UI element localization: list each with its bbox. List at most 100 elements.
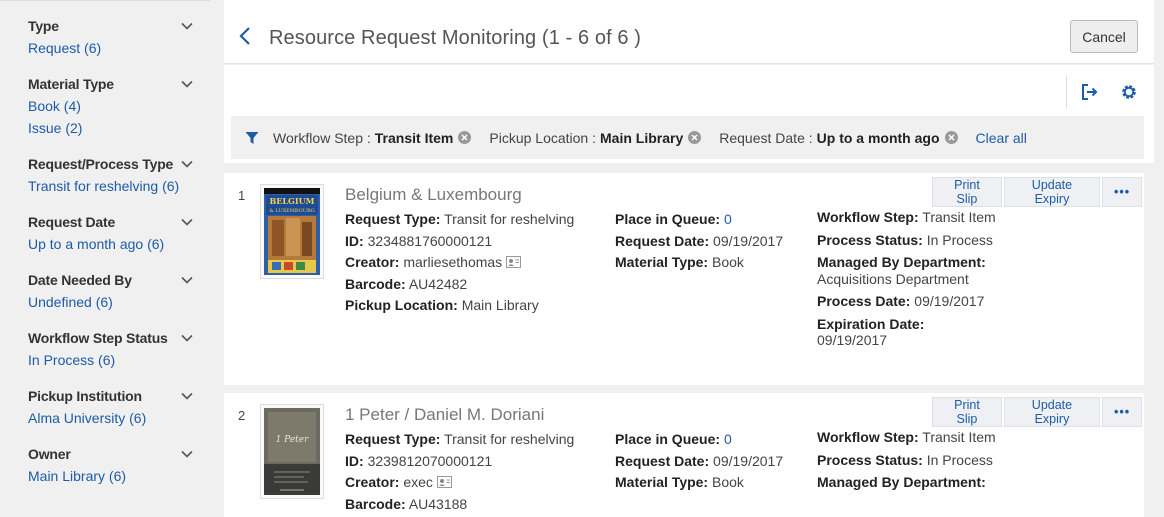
- chip-label: Workflow Step :: [273, 129, 371, 146]
- chevron-down-icon[interactable]: [180, 331, 194, 345]
- field-label: Barcode:: [345, 495, 406, 512]
- facet-value[interactable]: Main Library (6): [28, 465, 210, 487]
- print-slip-button[interactable]: Print Slip: [932, 177, 1002, 207]
- field-label: Workflow Step:: [817, 209, 919, 225]
- request-id-value: 3234881760000121: [367, 232, 493, 249]
- field-label: Process Status:: [817, 451, 923, 468]
- active-filters-bar: Workflow Step : Transit Item Pickup Loca…: [231, 116, 1144, 159]
- item-title-link[interactable]: 1 Peter / Daniel M. Doriani: [345, 405, 544, 425]
- chevron-down-icon[interactable]: [180, 157, 194, 171]
- field-label: Pickup Location:: [345, 297, 458, 313]
- workflow-step-value: Transit Item: [922, 429, 996, 445]
- remove-filter-icon[interactable]: [944, 131, 958, 144]
- chevron-down-icon[interactable]: [180, 389, 194, 403]
- field-label: Workflow Step:: [817, 429, 919, 445]
- print-slip-button[interactable]: Print Slip: [932, 397, 1002, 427]
- barcode-value: AU43188: [408, 495, 468, 512]
- page-title: Resource Request Monitoring (1 - 6 of 6 …: [269, 27, 642, 49]
- place-in-queue-link[interactable]: 0: [724, 431, 732, 447]
- chip-value: Up to a month ago: [816, 129, 940, 146]
- facet-value[interactable]: In Process (6): [28, 349, 210, 371]
- book-cover-image: 1 Peter: [264, 408, 320, 495]
- row-number: 2: [238, 408, 246, 423]
- update-expiry-button[interactable]: Update Expiry: [1003, 397, 1100, 427]
- material-type-value: Book: [712, 474, 744, 490]
- export-icon[interactable]: [1079, 82, 1099, 102]
- request-id-value: 3239812070000121: [367, 452, 493, 469]
- chevron-down-icon[interactable]: [180, 19, 194, 33]
- facet-header[interactable]: Owner: [28, 443, 210, 465]
- facet-value[interactable]: Undefined (6): [28, 291, 210, 313]
- filter-chip-request-date: Request Date : Up to a month ago: [719, 129, 958, 146]
- row-number: 1: [238, 188, 246, 203]
- item-title-link[interactable]: Belgium & Luxembourg: [345, 185, 522, 205]
- queue-details-column: Place in Queue: 0 Request Date: 09/19/20…: [615, 209, 805, 274]
- field-label: ID:: [345, 232, 364, 249]
- workflow-details-column: Workflow Step: Transit Item Process Stat…: [817, 429, 997, 497]
- field-label: Creator:: [345, 254, 400, 270]
- facet-value[interactable]: Book (4): [28, 95, 210, 117]
- more-actions-button[interactable]: •••: [1102, 397, 1142, 427]
- back-arrow-icon[interactable]: [238, 26, 252, 46]
- workflow-step-value: Transit Item: [922, 209, 996, 225]
- request-type-value: Transit for reshelving: [444, 211, 575, 227]
- book-cover-thumbnail[interactable]: 1 Peter: [260, 404, 324, 499]
- user-card-icon[interactable]: [436, 476, 452, 488]
- filter-chip-pickup-location: Pickup Location : Main Library: [489, 129, 702, 146]
- field-label: ID:: [345, 452, 364, 469]
- field-label: Process Date:: [817, 293, 911, 309]
- result-row: 1 BELGIUM & LUXEMBOURG Belgium & Luxembo…: [224, 173, 1144, 385]
- main-panel: Resource Request Monitoring (1 - 6 of 6 …: [224, 0, 1154, 517]
- chevron-down-icon[interactable]: [180, 273, 194, 287]
- result-row: 2 1 Peter 1 Peter / Daniel M. Doriani Re…: [224, 393, 1144, 517]
- remove-filter-icon[interactable]: [458, 131, 472, 144]
- book-cover-thumbnail[interactable]: BELGIUM & LUXEMBOURG: [260, 184, 324, 279]
- facet-request-date: Request Date Up to a month ago (6): [0, 211, 210, 255]
- request-details-column: Request Type: Transit for reshelving ID:…: [345, 429, 605, 515]
- chevron-down-icon[interactable]: [180, 215, 194, 229]
- facet-value[interactable]: Issue (2): [28, 117, 210, 139]
- gear-icon[interactable]: [1120, 83, 1138, 101]
- chip-value: Main Library: [600, 129, 684, 146]
- chevron-down-icon[interactable]: [180, 77, 194, 91]
- expiration-date-value: 09/19/2017: [817, 332, 888, 348]
- chevron-down-icon[interactable]: [180, 447, 194, 461]
- facet-header[interactable]: Pickup Institution: [28, 385, 210, 407]
- facet-request-process-type: Request/Process Type Transit for reshelv…: [0, 153, 210, 197]
- cancel-button[interactable]: Cancel: [1070, 20, 1138, 53]
- filter-chip-workflow-step: Workflow Step : Transit Item: [273, 129, 472, 146]
- user-card-icon[interactable]: [506, 256, 522, 268]
- facet-header[interactable]: Workflow Step Status: [28, 327, 210, 349]
- toolbar: Workflow Step : Transit Item Pickup Loca…: [224, 65, 1154, 163]
- facet-title: Pickup Institution: [28, 388, 142, 404]
- field-label: Creator:: [345, 474, 400, 490]
- request-date-value: 09/19/2017: [713, 232, 784, 249]
- facet-header[interactable]: Request/Process Type: [28, 153, 210, 175]
- more-actions-button[interactable]: •••: [1102, 177, 1142, 207]
- field-label: Barcode:: [345, 275, 406, 292]
- facet-header[interactable]: Type: [28, 15, 210, 37]
- facet-value[interactable]: Alma University (6): [28, 407, 210, 429]
- facet-title: Date Needed By: [28, 272, 132, 288]
- cover-title-text: BELGIUM: [270, 196, 315, 206]
- facet-title: Owner: [28, 446, 71, 462]
- update-expiry-button[interactable]: Update Expiry: [1003, 177, 1100, 207]
- clear-all-link[interactable]: Clear all: [976, 130, 1027, 146]
- row-actions: Print Slip Update Expiry •••: [932, 177, 1144, 207]
- field-label: Managed By Department:: [817, 254, 986, 270]
- place-in-queue-link[interactable]: 0: [724, 211, 732, 227]
- creator-value: exec: [403, 474, 433, 490]
- page-header: Resource Request Monitoring (1 - 6 of 6 …: [224, 0, 1154, 64]
- facet-header[interactable]: Request Date: [28, 211, 210, 233]
- request-details-column: Request Type: Transit for reshelving ID:…: [345, 209, 605, 317]
- facet-value[interactable]: Request (6): [28, 37, 210, 59]
- field-label: Material Type:: [615, 474, 709, 490]
- remove-filter-icon[interactable]: [688, 131, 702, 144]
- facet-value[interactable]: Transit for reshelving (6): [28, 175, 210, 197]
- facet-title: Request Date: [28, 214, 116, 230]
- facet-date-needed-by: Date Needed By Undefined (6): [0, 269, 210, 313]
- facet-value[interactable]: Up to a month ago (6): [28, 233, 210, 255]
- request-date-value: 09/19/2017: [713, 452, 784, 469]
- facet-header[interactable]: Material Type: [28, 73, 210, 95]
- facet-header[interactable]: Date Needed By: [28, 269, 210, 291]
